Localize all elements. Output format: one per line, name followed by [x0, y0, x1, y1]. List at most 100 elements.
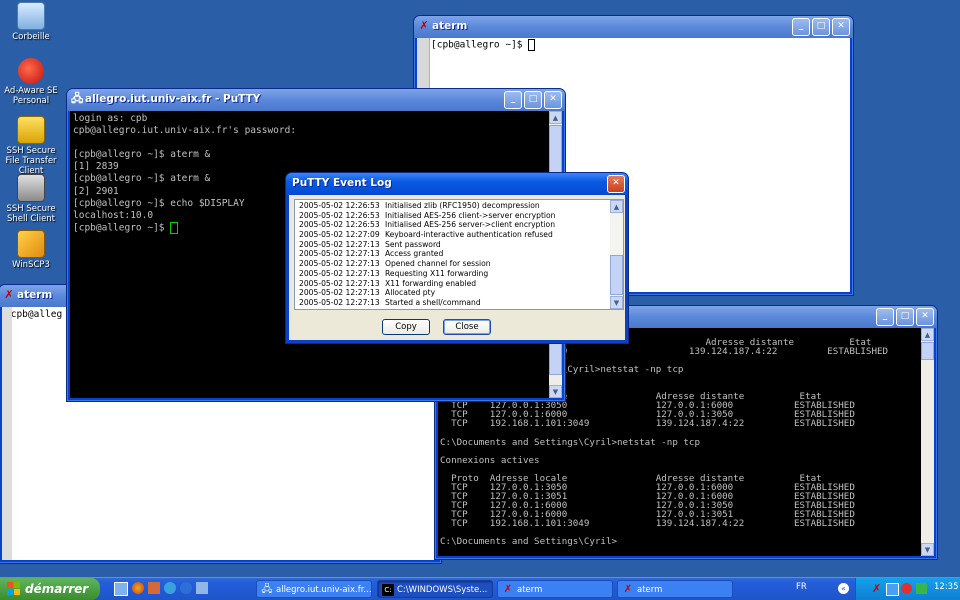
- window-title: allegro.iut.univ-aix.fr - PuTTY: [85, 93, 261, 105]
- taskbar: démarrer 🖧 allegro.iut.univ-aix.fr... C: C…: [0, 577, 960, 600]
- language-indicator[interactable]: FR: [796, 582, 807, 592]
- scroll-thumb[interactable]: [610, 255, 623, 295]
- scroll-up-button[interactable]: ▲: [921, 328, 934, 341]
- event-log-row[interactable]: 2005-05-02 12:27:13 Allocated pty: [295, 288, 610, 298]
- x-tray-icon[interactable]: ✗: [872, 582, 881, 595]
- minimize-button[interactable]: _: [792, 18, 810, 36]
- maximize-button[interactable]: □: [812, 18, 830, 36]
- ie-quicklaunch-icon[interactable]: [180, 582, 192, 594]
- scroll-up-button[interactable]: ▲: [549, 111, 562, 124]
- vertical-scrollbar[interactable]: [2, 307, 12, 560]
- clock[interactable]: 12:35: [934, 582, 959, 592]
- terminal-line: cpb@allegro.iut.univ-aix.fr's password:: [73, 125, 297, 137]
- start-button[interactable]: démarrer: [0, 578, 100, 600]
- event-log-dialog[interactable]: PuTTY Event Log ✕ 2005-05-02 12:26:53 Ini…: [285, 172, 629, 344]
- task-label: allegro.iut.univ-aix.fr...: [276, 585, 372, 595]
- desktop-icon-ssh-shell[interactable]: SSH Secure Shell Client: [2, 174, 60, 224]
- maximize-button[interactable]: □: [896, 308, 914, 326]
- close-button[interactable]: ✕: [607, 175, 625, 193]
- tool-quicklaunch-icon[interactable]: [196, 582, 208, 594]
- minimize-button[interactable]: _: [504, 91, 522, 109]
- terminal-prompt: [cpb@allegro ~]$: [73, 222, 171, 234]
- dialog-title-bar[interactable]: PuTTY Event Log ✕: [286, 173, 628, 195]
- putty-title-bar[interactable]: 🖧 allegro.iut.univ-aix.fr - PuTTY _ □ ✕: [67, 89, 565, 111]
- text-cursor: [528, 39, 536, 51]
- x-icon: ✗: [4, 288, 14, 301]
- event-log-row[interactable]: 2005-05-02 12:27:09 Keyboard-interactive …: [295, 230, 610, 240]
- event-log-row[interactable]: 2005-05-02 12:26:53 Initialised AES-256 s…: [295, 220, 610, 230]
- scroll-up-button[interactable]: ▲: [610, 200, 623, 213]
- event-log-row[interactable]: 2005-05-02 12:26:53 Initialised AES-256 c…: [295, 211, 610, 221]
- copy-button[interactable]: Copy: [382, 319, 430, 335]
- desktop-icon-label: Corbeille: [12, 32, 50, 42]
- event-time: 2005-05-02 12:26:53: [299, 210, 380, 220]
- vertical-scrollbar[interactable]: ▲ ▼: [610, 200, 623, 309]
- desktop-icon-winscp[interactable]: WinSCP3: [2, 230, 60, 270]
- close-dialog-button[interactable]: Close: [443, 319, 491, 335]
- volume-tray-icon[interactable]: [916, 583, 927, 594]
- event-message: X11 forwarding enabled: [385, 278, 477, 288]
- firefox-quicklaunch-icon[interactable]: [132, 582, 144, 594]
- taskbar-item-putty[interactable]: 🖧 allegro.iut.univ-aix.fr...: [256, 580, 372, 598]
- console-line: TCP 192.168.1.101:3049 139.124.187.4:22 …: [440, 517, 855, 529]
- event-log-list[interactable]: 2005-05-02 12:26:53 Initialised zlib (RFC…: [294, 199, 624, 310]
- event-time: 2005-05-02 12:27:13: [299, 239, 380, 249]
- ssh-shell-icon: [17, 174, 45, 202]
- scroll-down-button[interactable]: ▼: [921, 543, 934, 556]
- vertical-scrollbar[interactable]: ▲ ▼: [921, 328, 934, 556]
- recycle-bin-icon: [17, 2, 45, 30]
- system-tray: ✗ 12:35: [855, 578, 960, 600]
- event-message: Sent password: [385, 239, 441, 249]
- maximize-button[interactable]: □: [524, 91, 542, 109]
- desktop-icon-recycle-bin[interactable]: Corbeille: [2, 2, 60, 42]
- text-cursor: [170, 221, 179, 234]
- cmd-icon: C:: [382, 584, 394, 596]
- scroll-thumb[interactable]: [921, 342, 934, 360]
- scroll-down-button[interactable]: ▼: [610, 296, 623, 309]
- security-tray-icon[interactable]: [901, 583, 912, 594]
- scroll-down-button[interactable]: ▼: [549, 385, 562, 398]
- close-button[interactable]: ✕: [916, 308, 934, 326]
- task-label: aterm: [517, 585, 543, 595]
- desktop-quicklaunch-icon[interactable]: [114, 582, 128, 596]
- event-log-row[interactable]: 2005-05-02 12:27:13 X11 forwarding enable…: [295, 279, 610, 289]
- event-time: 2005-05-02 12:27:13: [299, 278, 380, 288]
- ssh-file-transfer-icon: [17, 116, 45, 144]
- event-message: Started a shell/command: [385, 297, 481, 307]
- app-quicklaunch-icon[interactable]: [164, 582, 176, 594]
- console-line: TCP 192.168.1.101:3049 139.124.187.4:22 …: [440, 418, 855, 430]
- close-button[interactable]: ✕: [544, 91, 562, 109]
- event-log-row[interactable]: 2005-05-02 12:27:13 Opened channel for se…: [295, 259, 610, 269]
- desktop-icon-ssh-file-transfer[interactable]: SSH Secure File Transfer Client: [2, 116, 60, 176]
- taskbar-item-aterm-2[interactable]: ✗ aterm: [617, 580, 733, 598]
- terminal-line: [cpb@allegro ~]$ aterm &: [73, 149, 211, 161]
- event-log-row[interactable]: 2005-05-02 12:27:13 Started a shell/comma…: [295, 298, 610, 308]
- winscp-icon: [17, 230, 45, 258]
- event-log-row[interactable]: 2005-05-02 12:27:13 Access granted: [295, 249, 610, 259]
- close-button[interactable]: ✕: [832, 18, 850, 36]
- event-time: 2005-05-02 12:27:09: [299, 230, 380, 240]
- console-line: C:\Documents and Settings\Cyril>netstat …: [440, 436, 700, 448]
- desktop-icon-label: SSH Secure Shell Client: [6, 204, 56, 224]
- event-time: 2005-05-02 12:26:53: [299, 220, 380, 230]
- tray-expand-icon[interactable]: «: [838, 583, 849, 594]
- x-icon: ✗: [623, 584, 633, 595]
- start-label: démarrer: [25, 582, 89, 596]
- window-title: PuTTY Event Log: [292, 177, 392, 189]
- taskbar-item-aterm-1[interactable]: ✗ aterm: [497, 580, 613, 598]
- task-label: C:\WINDOWS\Syste...: [397, 585, 488, 595]
- event-message: Initialised zlib (RFC1950) decompression: [385, 201, 540, 210]
- desktop-icon-ad-aware[interactable]: Ad-Aware SE Personal: [2, 58, 60, 106]
- event-time: 2005-05-02 12:27:13: [299, 268, 380, 278]
- event-log-row[interactable]: 2005-05-02 12:27:13 Requesting X11 forwar…: [295, 269, 610, 279]
- media-quicklaunch-icon[interactable]: [148, 582, 160, 594]
- event-log-row[interactable]: 2005-05-02 12:26:53 Initialised zlib (RFC…: [295, 201, 610, 211]
- event-message: Access granted: [385, 249, 444, 259]
- event-log-row[interactable]: 2005-05-02 12:27:13 Sent password: [295, 240, 610, 250]
- taskbar-item-cmd[interactable]: C: C:\WINDOWS\Syste...: [377, 580, 493, 598]
- network-tray-icon[interactable]: [886, 583, 899, 596]
- minimize-button[interactable]: _: [876, 308, 894, 326]
- x-icon: ✗: [419, 19, 429, 32]
- aterm-title-bar[interactable]: ✗ aterm _ □ ✕: [414, 16, 853, 38]
